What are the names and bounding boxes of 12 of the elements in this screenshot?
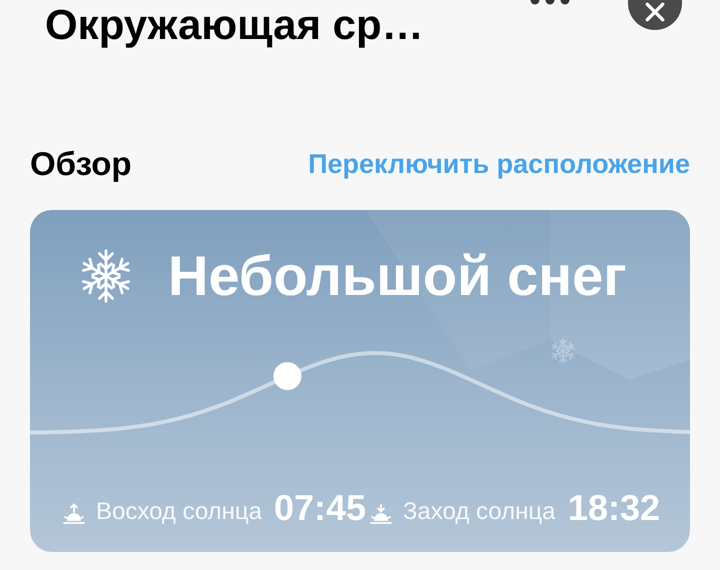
snowflake-icon [550,338,576,364]
sunset-label: Заход солнца [402,497,556,527]
weather-condition: Небольшой снег [168,244,627,308]
sunset-icon [368,502,393,526]
sunrise-label: Восход солнца [96,497,264,527]
page-title: Окружающая ср… [45,2,424,48]
section-title: Обзор [30,145,132,183]
sunrise-icon [62,502,86,526]
sunset-time: 18:32 [568,488,660,528]
switch-layout-link[interactable]: Переключить расположение [308,147,690,181]
sunrise-time: 07:45 [274,488,366,528]
close-icon [644,1,666,23]
